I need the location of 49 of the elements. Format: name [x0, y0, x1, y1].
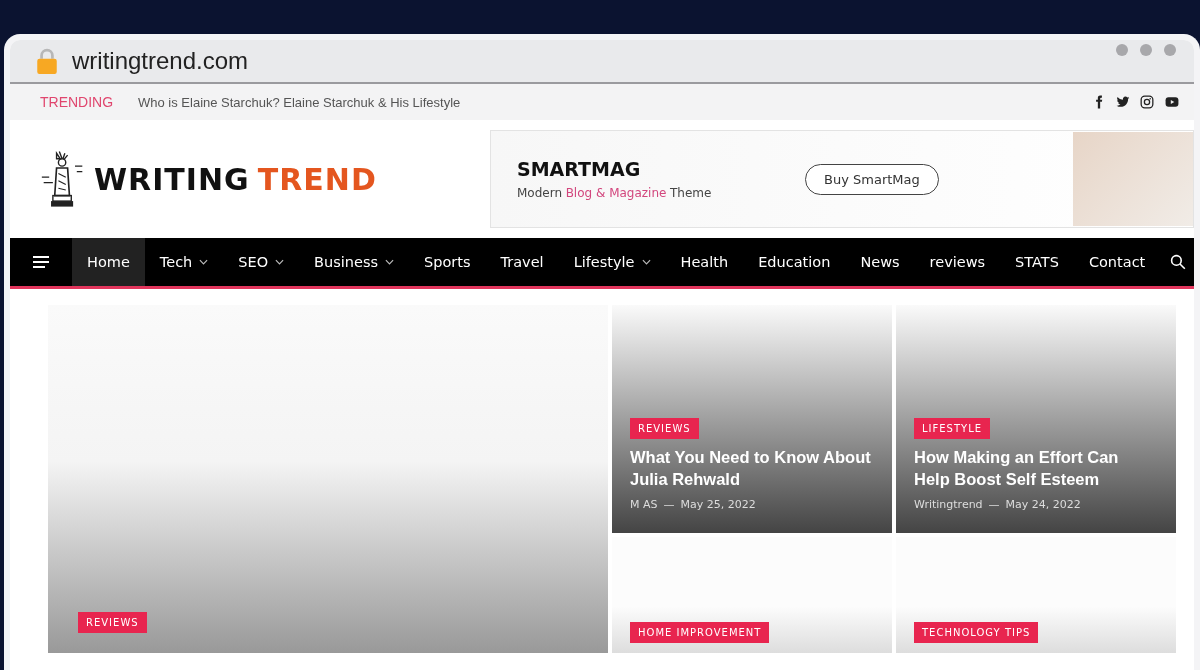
trending-headline[interactable]: Who is Elaine Starchuk? Elaine Starchuk & His Lifestyle: [138, 94, 461, 110]
nav-item[interactable]: Health: [665, 238, 744, 286]
nav-item[interactable]: SEO: [223, 238, 300, 286]
buy-button[interactable]: Buy SmartMag: [805, 163, 939, 195]
post-title[interactable]: What You Need to Know About Julia Rehwald: [630, 447, 874, 490]
caret-icon: [385, 259, 395, 265]
ad-banner[interactable]: SMARTMAG Modern Blog & Magazine Theme Buy SmartMag: [490, 130, 1194, 228]
ad-brand: SMARTMAG: [517, 158, 642, 180]
category-tag[interactable]: TECHNOLOGY TIPS: [914, 622, 1039, 643]
post-date: May 24, 2022: [1005, 498, 1081, 511]
nav-item[interactable]: Sports: [409, 238, 486, 286]
search-icon[interactable]: [1170, 254, 1186, 270]
nav-item[interactable]: Tech: [144, 238, 224, 286]
caret-icon: [275, 259, 285, 265]
caret-icon: [199, 259, 209, 265]
category-tag[interactable]: REVIEWS: [630, 418, 699, 440]
nav-item[interactable]: Education: [743, 238, 846, 286]
dash-separator: —: [663, 498, 675, 511]
nav-item[interactable]: reviews: [914, 238, 1001, 286]
window-dots-icon: [1116, 44, 1176, 56]
logo-text[interactable]: TREND: [257, 161, 377, 197]
featured-post-card[interactable]: REVIEWS: [48, 305, 608, 653]
category-tag[interactable]: LIFESTYLE: [914, 418, 991, 440]
post-title[interactable]: How Making an Effort Can Help Boost Self Esteem: [914, 447, 1158, 490]
instagram-icon[interactable]: [1140, 95, 1154, 109]
nav-item[interactable]: Home: [72, 238, 145, 286]
post-card[interactable]: REVIEWS What You Need to Know About Julia Rehwald M AS — May 25, 2022: [612, 305, 892, 533]
url-text[interactable]: writingtrend.com: [72, 47, 249, 75]
lock-icon: [36, 48, 58, 74]
nav-item[interactable]: News: [845, 238, 915, 286]
ad-tagline: Modern Blog & Magazine Theme: [517, 186, 713, 200]
dash-separator: —: [988, 498, 1000, 511]
twitter-icon[interactable]: [1116, 95, 1130, 109]
youtube-icon[interactable]: [1164, 95, 1180, 109]
nav-item[interactable]: Travel: [485, 238, 559, 286]
logo-text[interactable]: WRITING: [94, 161, 250, 197]
trending-label: TRENDING: [40, 94, 115, 110]
nav-item[interactable]: Business: [299, 238, 410, 286]
post-author[interactable]: M AS: [630, 498, 658, 511]
nav-item[interactable]: Contact: [1073, 238, 1161, 286]
post-card[interactable]: LIFESTYLE How Making an Effort Can Help Boost Self Esteem Writingtrend — May 24, 2022: [896, 305, 1176, 533]
post-author[interactable]: Writingtrend: [914, 498, 983, 511]
caret-icon: [641, 259, 651, 265]
menu-icon[interactable]: [32, 255, 50, 269]
nav-item[interactable]: Lifestyle: [558, 238, 666, 286]
nav-item[interactable]: STATS: [1000, 238, 1074, 286]
category-tag[interactable]: HOME IMPROVEMENT: [630, 622, 770, 643]
category-tag[interactable]: REVIEWS: [78, 612, 147, 633]
post-date: May 25, 2022: [680, 498, 756, 511]
